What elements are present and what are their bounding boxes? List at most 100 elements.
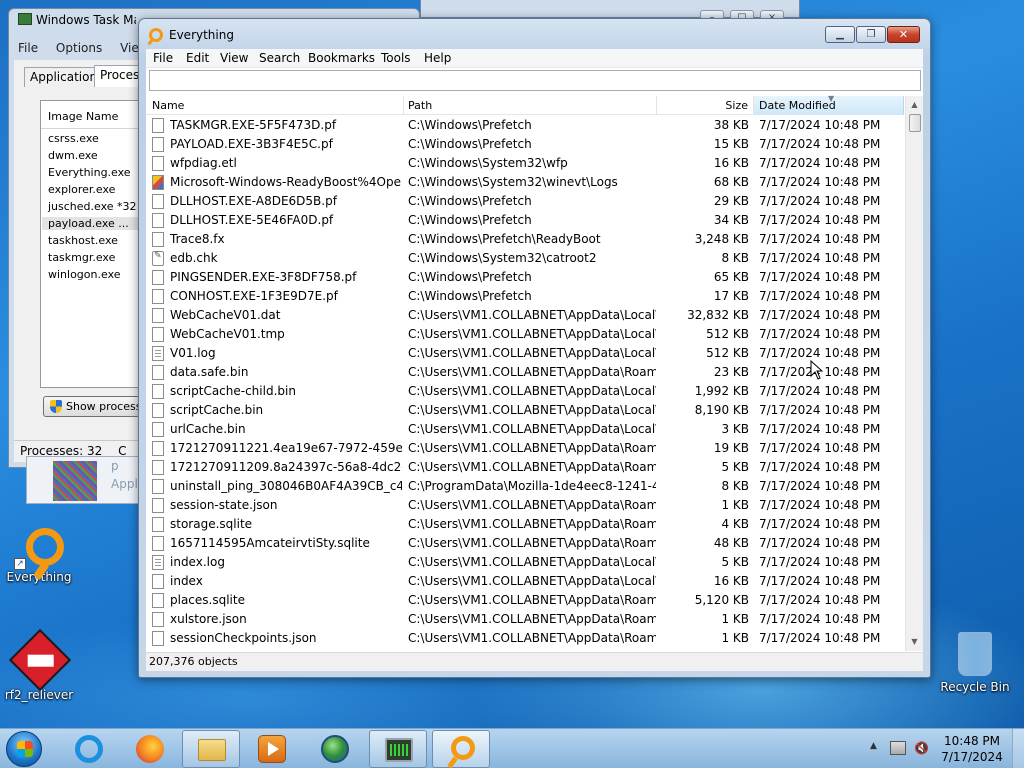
result-row[interactable]: TASKMGR.EXE-5F5F473D.pf C:\Windows\Prefet… [146, 116, 904, 135]
result-path: C:\Users\VM1.COLLABNET\AppData\Local\... [408, 308, 656, 322]
result-row[interactable]: sessionCheckpoints.json C:\Users\VM1.COLL… [146, 629, 904, 648]
result-row[interactable]: 1657114595AmcateirvtiSty.sqlite C:\Users\… [146, 534, 904, 553]
result-row[interactable]: xulstore.json C:\Users\VM1.COLLABNET\AppD… [146, 610, 904, 629]
menu-bookmarks[interactable]: Bookmarks [308, 51, 375, 65]
background-window[interactable]: Appl p [26, 456, 140, 504]
desktop-icon-recycle-bin[interactable]: Recycle Bin [938, 632, 1012, 694]
result-row[interactable]: Trace8.fx C:\Windows\Prefetch\ReadyBoot 3,… [146, 230, 904, 249]
result-path: C:\Windows\System32\catroot2 [408, 251, 597, 265]
result-row[interactable]: uninstall_ping_308046B0AF4A39CB_c46f2f..… [146, 477, 904, 496]
column-date-modified[interactable]: Date Modified ▼ [754, 94, 904, 115]
file-icon [152, 517, 164, 532]
result-row[interactable]: wfpdiag.etl C:\Windows\System32\wfp 16 KB 7… [146, 154, 904, 173]
firefox-icon [136, 735, 164, 763]
restore-button[interactable]: ❐ [856, 26, 886, 43]
result-path: C:\ProgramData\Mozilla-1de4eec8-1241-417… [408, 479, 656, 493]
result-name: index.log [170, 555, 225, 569]
results-list[interactable]: TASKMGR.EXE-5F5F473D.pf C:\Windows\Prefet… [146, 116, 904, 651]
everything-client: File Edit View Search Bookmarks Tools He… [146, 49, 923, 671]
column-image-name[interactable]: Image Name [41, 101, 139, 129]
result-path: C:\Windows\Prefetch [408, 137, 532, 151]
taskbar-network[interactable] [306, 730, 364, 768]
result-row[interactable]: WebCacheV01.tmp C:\Users\VM1.COLLABNET\Ap… [146, 325, 904, 344]
column-size[interactable]: Size [657, 96, 754, 115]
result-size: 65 KB [713, 270, 749, 284]
result-row[interactable]: PAYLOAD.EXE-3B3F4E5C.pf C:\Windows\Prefet… [146, 135, 904, 154]
file-icon [152, 441, 164, 456]
tm-menu-options[interactable]: Options [56, 41, 102, 55]
start-button[interactable] [6, 731, 42, 767]
process-item-selected[interactable]: payload.exe ... [42, 217, 139, 230]
process-item[interactable]: dwm.exe [48, 149, 98, 162]
scroll-thumb[interactable] [909, 114, 921, 132]
scroll-down-icon[interactable]: ▼ [906, 633, 923, 650]
taskbar-firefox[interactable] [121, 730, 179, 768]
volume-muted-icon[interactable]: 🔇 [914, 740, 932, 756]
show-hidden-icons[interactable]: ▲ [870, 741, 877, 751]
process-item[interactable]: taskhost.exe [48, 234, 118, 247]
menu-search[interactable]: Search [259, 51, 300, 65]
process-item[interactable]: taskmgr.exe [48, 251, 115, 264]
result-date: 7/17/2024 10:48 PM [759, 308, 881, 322]
media-player-icon [258, 735, 286, 763]
scroll-up-icon[interactable]: ▲ [906, 96, 923, 113]
result-row[interactable]: session-state.json C:\Users\VM1.COLLABNET… [146, 496, 904, 515]
column-path[interactable]: Path [404, 96, 657, 115]
network-tray-icon[interactable] [890, 741, 906, 755]
taskbar-windows-explorer[interactable] [182, 730, 240, 768]
taskbar-clock[interactable]: 10:48 PM 7/17/2024 [936, 733, 1008, 765]
process-item[interactable]: csrss.exe [48, 132, 99, 145]
result-row[interactable]: DLLHOST.EXE-5E46FA0D.pf C:\Windows\Prefet… [146, 211, 904, 230]
result-row[interactable]: data.safe.bin C:\Users\VM1.COLLABNET\AppD… [146, 363, 904, 382]
task-manager-icon [385, 738, 413, 762]
show-processes-button[interactable]: Show processe [43, 396, 140, 417]
result-row[interactable]: storage.sqlite C:\Users\VM1.COLLABNET\App… [146, 515, 904, 534]
result-row[interactable]: V01.log C:\Users\VM1.COLLABNET\AppData\Lo… [146, 344, 904, 363]
menu-file[interactable]: File [153, 51, 173, 65]
result-path: C:\Windows\Prefetch [408, 118, 532, 132]
process-item[interactable]: explorer.exe [48, 183, 115, 196]
result-row[interactable]: PINGSENDER.EXE-3F8DF758.pf C:\Windows\Pre… [146, 268, 904, 287]
menu-help[interactable]: Help [424, 51, 451, 65]
result-size: 8 KB [721, 251, 749, 265]
result-row[interactable]: scriptCache-child.bin C:\Users\VM1.COLLAB… [146, 382, 904, 401]
menu-tools[interactable]: Tools [381, 51, 411, 65]
result-row[interactable]: Microsoft-Windows-ReadyBoost%4Opera... C:… [146, 173, 904, 192]
tm-menu-file[interactable]: File [18, 41, 38, 55]
minimize-button[interactable]: ▁ [825, 26, 855, 43]
result-name: storage.sqlite [170, 517, 253, 531]
taskbar-media-player[interactable] [243, 730, 301, 768]
result-row[interactable]: DLLHOST.EXE-A8DE6D5B.pf C:\Windows\Prefet… [146, 192, 904, 211]
search-input[interactable] [149, 70, 921, 91]
desktop-icon-rf2-reliever[interactable]: rf2_reliever [2, 628, 76, 702]
everything-window[interactable]: Everything ▁ ❐ ✕ File Edit View Search B… [138, 18, 931, 678]
process-item[interactable]: Everything.exe [48, 166, 131, 179]
taskbar-internet-explorer[interactable] [60, 730, 118, 768]
show-desktop-button[interactable] [1012, 729, 1024, 768]
desktop-icon-everything[interactable]: ↗ Everything [2, 528, 76, 584]
result-row[interactable]: CONHOST.EXE-1F3E9D7E.pf C:\Windows\Prefet… [146, 287, 904, 306]
process-item[interactable]: winlogon.exe [48, 268, 121, 281]
close-button[interactable]: ✕ [887, 26, 920, 43]
result-name: DLLHOST.EXE-A8DE6D5B.pf [170, 194, 337, 208]
result-row[interactable]: index C:\Users\VM1.COLLABNET\AppData\Loca… [146, 572, 904, 591]
result-row[interactable]: urlCache.bin C:\Users\VM1.COLLABNET\AppDa… [146, 420, 904, 439]
process-list[interactable]: Image Name csrss.exe dwm.exe Everything.… [40, 100, 140, 388]
result-row[interactable]: 1721270911221.4ea19e67-7972-459e-9cd2-..… [146, 439, 904, 458]
menu-view[interactable]: View [220, 51, 248, 65]
process-item[interactable]: jusched.exe *32 [48, 200, 137, 213]
result-row[interactable]: WebCacheV01.dat C:\Users\VM1.COLLABNET\Ap… [146, 306, 904, 325]
task-manager-icon [18, 13, 32, 25]
file-icon [152, 612, 164, 627]
result-row[interactable]: places.sqlite C:\Users\VM1.COLLABNET\AppD… [146, 591, 904, 610]
taskbar-everything[interactable] [432, 730, 490, 768]
result-date: 7/17/2024 10:48 PM [759, 612, 881, 626]
result-row[interactable]: index.log C:\Users\VM1.COLLABNET\AppData\… [146, 553, 904, 572]
result-row[interactable]: scriptCache.bin C:\Users\VM1.COLLABNET\Ap… [146, 401, 904, 420]
result-row[interactable]: edb.chk C:\Windows\System32\catroot2 8 KB 7… [146, 249, 904, 268]
column-name[interactable]: Name [146, 96, 404, 115]
taskbar-task-manager[interactable] [369, 730, 427, 768]
vertical-scrollbar[interactable]: ▲ ▼ [905, 96, 923, 651]
result-row[interactable]: 1721270911209.8a24397c-56a8-4dc2-82eb-..… [146, 458, 904, 477]
menu-edit[interactable]: Edit [186, 51, 209, 65]
